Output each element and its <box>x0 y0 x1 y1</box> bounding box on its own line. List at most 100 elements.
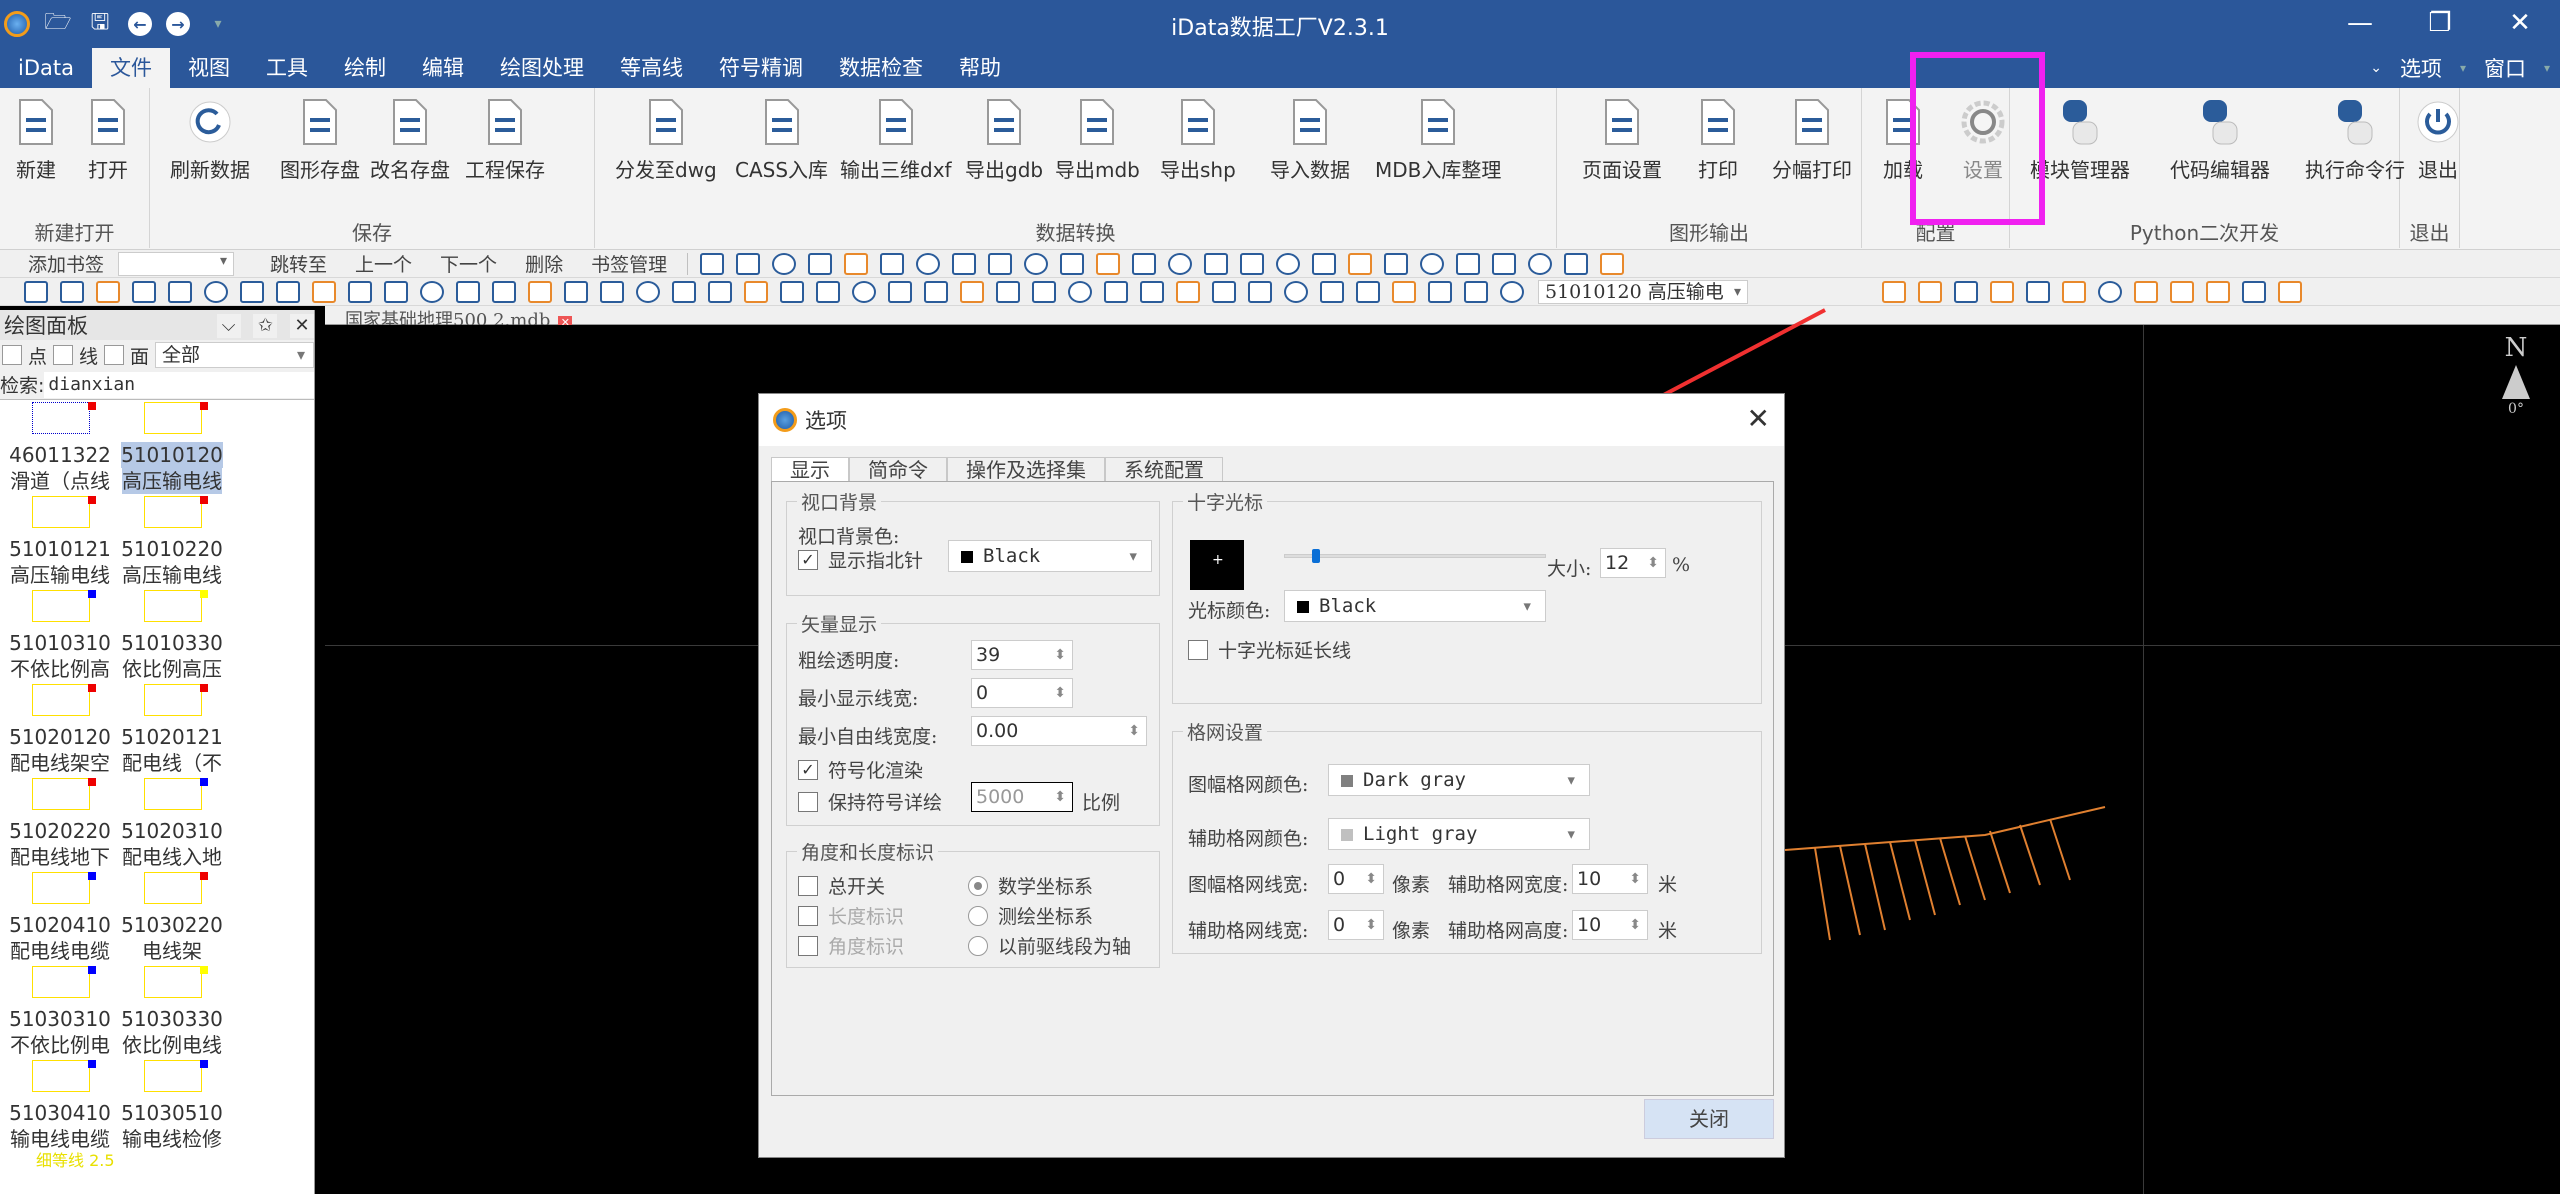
tool-icon[interactable] <box>240 280 264 303</box>
slider-thumb[interactable] <box>1312 549 1321 563</box>
frame-grid-color-select[interactable]: Dark gray <box>1328 764 1590 796</box>
transparency-spinner[interactable]: 39 <box>971 640 1073 670</box>
line-filter-checkbox[interactable] <box>53 345 74 365</box>
ribbon-button[interactable]: MDB入库整理 <box>1375 96 1501 183</box>
tool-icon[interactable] <box>1954 280 1978 303</box>
ribbon-button[interactable]: 模块管理器 <box>2030 96 2130 183</box>
angle-label-checkbox[interactable] <box>798 935 818 956</box>
pin-icon[interactable]: ✩ <box>253 314 278 338</box>
menu-tab[interactable]: iData <box>0 48 92 88</box>
tool-icon[interactable] <box>852 280 876 303</box>
add-bookmark-button[interactable]: 添加书签 <box>0 250 118 277</box>
frame-grid-width-spinner[interactable]: 0 <box>1328 864 1384 894</box>
menu-tab[interactable]: 等高线 <box>602 48 701 88</box>
tool-icon[interactable] <box>1024 252 1049 275</box>
tool-icon[interactable] <box>2026 280 2050 303</box>
ribbon-button[interactable]: 代码编辑器 <box>2170 96 2270 183</box>
menu-tab[interactable]: 数据检查 <box>821 48 941 88</box>
tool-icon[interactable] <box>1068 280 1092 303</box>
min-width-spinner[interactable]: 0 <box>971 678 1073 708</box>
menu-tab[interactable]: 绘制 <box>326 48 404 88</box>
close-icon[interactable]: ✕ <box>2480 0 2560 46</box>
symbol-item[interactable]: 46011322 滑道（点线 <box>4 400 116 494</box>
tool-icon[interactable] <box>492 280 516 303</box>
symbol-item[interactable]: 51020310 配电线入地 <box>116 776 228 870</box>
tool-icon[interactable] <box>1384 252 1409 275</box>
panel-dropdown-icon[interactable]: ⌵ <box>216 314 241 338</box>
tool-icon[interactable] <box>1276 252 1301 275</box>
tool-icon[interactable] <box>2242 280 2266 303</box>
tool-icon[interactable] <box>1492 252 1517 275</box>
tool-icon[interactable] <box>960 280 984 303</box>
goto-bookmark-button[interactable]: 跳转至 <box>234 250 341 277</box>
tool-icon[interactable] <box>988 252 1013 275</box>
tool-icon[interactable] <box>2062 280 2086 303</box>
ribbon-button[interactable]: 图形存盘 <box>280 96 360 183</box>
symbol-item[interactable]: 51010121 高压输电线 <box>4 494 116 588</box>
tool-icon[interactable] <box>844 252 869 275</box>
tool-icon[interactable] <box>276 280 300 303</box>
type-filter-select[interactable]: 全部 <box>155 342 314 368</box>
tool-icon[interactable] <box>384 280 408 303</box>
math-coord-radio[interactable] <box>968 875 988 896</box>
menu-tab[interactable]: 视图 <box>170 48 248 88</box>
tool-icon[interactable] <box>708 280 732 303</box>
tool-icon[interactable] <box>2134 280 2158 303</box>
dialog-tab[interactable]: 简命令 <box>849 457 947 482</box>
dialog-tab[interactable]: 操作及选择集 <box>947 457 1105 482</box>
symbol-item[interactable]: 51010120 高压输电线 <box>116 400 228 494</box>
tool-icon[interactable] <box>96 280 120 303</box>
min-free-width-spinner[interactable]: 0.00 <box>971 716 1147 746</box>
tool-icon[interactable] <box>1348 252 1373 275</box>
tool-icon[interactable] <box>772 252 797 275</box>
dialog-close-button[interactable]: 关闭 <box>1644 1099 1774 1139</box>
tool-icon[interactable] <box>916 252 941 275</box>
symbolize-checkbox[interactable]: ✓ <box>798 759 818 780</box>
keep-detail-spinner[interactable]: 5000 <box>971 782 1073 812</box>
symbol-item[interactable]: 51020120 配电线架空 <box>4 682 116 776</box>
ribbon-button[interactable]: 刷新数据 <box>170 96 250 183</box>
menu-tab[interactable]: 帮助 <box>941 48 1019 88</box>
tool-icon[interactable] <box>1132 252 1157 275</box>
survey-coord-radio[interactable] <box>968 905 988 926</box>
delete-bookmark-button[interactable]: 删除 <box>511 250 577 277</box>
keep-detail-checkbox[interactable] <box>798 791 818 812</box>
crosshair-size-slider[interactable] <box>1284 549 1546 563</box>
symbol-item[interactable]: 51010220 高压输电线 <box>116 494 228 588</box>
tool-icon[interactable] <box>996 280 1020 303</box>
tool-icon[interactable] <box>2098 280 2122 303</box>
aux-grid-height-spinner[interactable]: 10 <box>1572 910 1648 940</box>
tool-icon[interactable] <box>1168 252 1193 275</box>
tool-icon[interactable] <box>816 280 840 303</box>
tool-icon[interactable] <box>1204 252 1229 275</box>
menu-tab[interactable]: 文件 <box>91 48 170 88</box>
viewport-bg-select[interactable]: Black <box>948 540 1152 572</box>
symbol-item[interactable]: 51020220 配电线地下 <box>4 776 116 870</box>
search-input[interactable]: dianxian <box>44 371 314 398</box>
tool-icon[interactable] <box>1104 280 1128 303</box>
master-switch-checkbox[interactable] <box>798 875 818 896</box>
prev-segment-axis-radio[interactable] <box>968 935 988 956</box>
menu-tab[interactable]: 编辑 <box>404 48 482 88</box>
tool-icon[interactable] <box>1600 252 1625 275</box>
minimize-icon[interactable]: — <box>2320 0 2400 46</box>
window-menu[interactable]: 窗口 <box>2484 53 2526 83</box>
tool-icon[interactable] <box>736 252 761 275</box>
ribbon-button[interactable]: CASS入库 <box>735 96 828 183</box>
aux-grid-color-select[interactable]: Light gray <box>1328 818 1590 850</box>
tool-icon[interactable] <box>600 280 624 303</box>
symbol-item[interactable]: 51030310 不依比例电 <box>4 964 116 1058</box>
symbol-item[interactable]: 51030330 依比例电线 <box>116 964 228 1058</box>
ribbon-button[interactable]: 执行命令行 <box>2305 96 2405 183</box>
ribbon-button[interactable]: 分幅打印 <box>1772 96 1852 183</box>
tool-icon[interactable] <box>888 280 912 303</box>
layer-select[interactable]: 51010120 高压输电 ▾ <box>1538 279 1748 304</box>
tool-icon[interactable] <box>1456 252 1481 275</box>
tool-icon[interactable] <box>1060 252 1085 275</box>
tool-icon[interactable] <box>1356 280 1380 303</box>
tool-icon[interactable] <box>1284 280 1308 303</box>
tool-icon[interactable] <box>528 280 552 303</box>
tool-icon[interactable] <box>2278 280 2302 303</box>
tool-icon[interactable] <box>1918 280 1942 303</box>
tool-icon[interactable] <box>1312 252 1337 275</box>
